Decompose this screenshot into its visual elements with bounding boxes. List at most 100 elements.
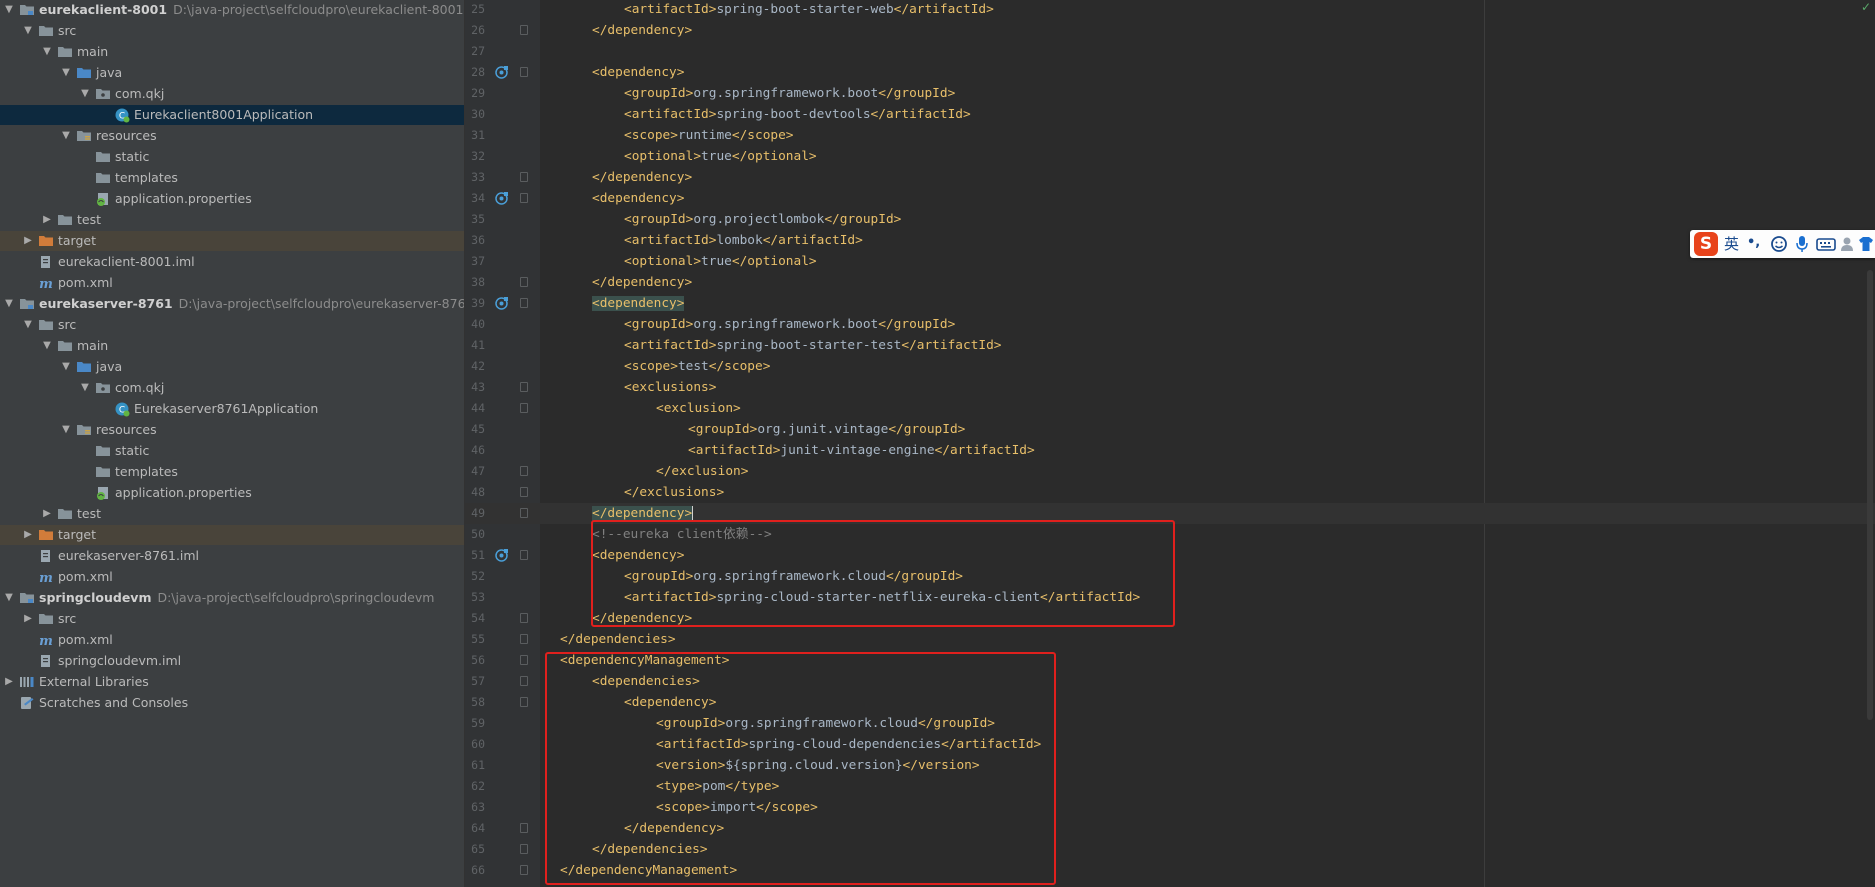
tree-row[interactable]: eurekaclient-8001.iml [0, 252, 464, 272]
code-line[interactable]: 38 </dependency> [465, 272, 1875, 293]
expand-arrow-icon[interactable]: ▼ [80, 382, 90, 394]
tree-row[interactable]: ▶ target [0, 525, 464, 545]
tree-row[interactable]: ▼ src [0, 21, 464, 41]
code-line[interactable]: 39 <dependency> [465, 293, 1875, 314]
expand-arrow-icon[interactable]: ▼ [42, 46, 52, 58]
fold-marker-icon[interactable] [520, 466, 528, 476]
fold-marker-icon[interactable] [520, 823, 528, 833]
fold-marker-icon[interactable] [520, 382, 528, 392]
maven-dependency-gutter-icon[interactable] [495, 297, 508, 310]
tree-row[interactable]: application.properties [0, 483, 464, 503]
fold-marker-icon[interactable] [520, 508, 528, 518]
tree-row[interactable]: ▶ target [0, 231, 464, 251]
expand-arrow-icon[interactable]: ▼ [61, 130, 71, 142]
ime-punctuation-toggle[interactable]: •, [1747, 233, 1760, 251]
code-line[interactable]: 32 <optional>true</optional> [465, 146, 1875, 167]
fold-marker-icon[interactable] [520, 697, 528, 707]
fold-marker-icon[interactable] [520, 634, 528, 644]
tree-row[interactable]: ▼ main [0, 42, 464, 62]
tree-row[interactable]: ▼ com.qkj [0, 84, 464, 104]
fold-marker-icon[interactable] [520, 550, 528, 560]
tree-row[interactable]: ▼ eurekaserver-8761 D:\java-project\selfcl… [0, 294, 464, 314]
ime-language-toggle[interactable]: 英 [1724, 234, 1739, 253]
collapse-arrow-icon[interactable]: ▶ [23, 529, 33, 541]
tree-row[interactable]: ▼ resources [0, 420, 464, 440]
collapse-arrow-icon[interactable]: ▶ [42, 508, 52, 520]
tree-row[interactable]: ▶ External Libraries [0, 672, 464, 692]
code-line[interactable]: 26 </dependency> [465, 20, 1875, 41]
maven-dependency-gutter-icon[interactable] [495, 192, 508, 205]
code-line[interactable]: 25 <artifactId>spring-boot-starter-web</a… [465, 0, 1875, 20]
tree-row[interactable]: ▼ eurekaclient-8001 D:\java-project\selfcl… [0, 0, 464, 20]
expand-arrow-icon[interactable]: ▼ [4, 592, 14, 604]
fold-marker-icon[interactable] [520, 844, 528, 854]
tree-row[interactable]: templates [0, 462, 464, 482]
expand-arrow-icon[interactable]: ▼ [23, 319, 33, 331]
maven-dependency-gutter-icon[interactable] [495, 549, 508, 562]
code-line[interactable]: 33 </dependency> [465, 167, 1875, 188]
expand-arrow-icon[interactable]: ▼ [61, 361, 71, 373]
fold-marker-icon[interactable] [520, 172, 528, 182]
expand-arrow-icon[interactable]: ▼ [61, 424, 71, 436]
maven-dependency-gutter-icon[interactable] [495, 66, 508, 79]
expand-arrow-icon[interactable]: ▼ [61, 67, 71, 79]
tree-row[interactable]: templates [0, 168, 464, 188]
tree-row[interactable]: ▼ src [0, 315, 464, 335]
tree-row[interactable]: ▼ com.qkj [0, 378, 464, 398]
tree-row[interactable]: static [0, 147, 464, 167]
expand-arrow-icon[interactable]: ▼ [80, 88, 90, 100]
collapse-arrow-icon[interactable]: ▶ [4, 676, 14, 688]
tree-row[interactable]: ▼ springcloudevm D:\java-project\selfcloud… [0, 588, 464, 608]
code-line[interactable]: 35 <groupId>org.projectlombok</groupId> [465, 209, 1875, 230]
code-line[interactable]: 29 <groupId>org.springframework.boot</gro… [465, 83, 1875, 104]
code-line[interactable]: 45 <groupId>org.junit.vintage</groupId> [465, 419, 1875, 440]
collapse-arrow-icon[interactable]: ▶ [23, 235, 33, 247]
code-line[interactable]: 31 <scope>runtime</scope> [465, 125, 1875, 146]
tree-row[interactable]: springcloudevm.iml [0, 651, 464, 671]
code-line[interactable]: 46 <artifactId>junit-vintage-engine</arti… [465, 440, 1875, 461]
collapse-arrow-icon[interactable]: ▶ [23, 613, 33, 625]
code-line[interactable]: 36 <artifactId>lombok</artifactId> [465, 230, 1875, 251]
tree-row[interactable]: ▼ main [0, 336, 464, 356]
tree-row[interactable]: ▶ test [0, 504, 464, 524]
tree-row[interactable]: eurekaserver-8761.iml [0, 546, 464, 566]
expand-arrow-icon[interactable]: ▼ [42, 340, 52, 352]
code-line[interactable]: 43 <exclusions> [465, 377, 1875, 398]
code-line[interactable]: 28 <dependency> [465, 62, 1875, 83]
fold-marker-icon[interactable] [520, 298, 528, 308]
code-line[interactable]: 40 <groupId>org.springframework.boot</gro… [465, 314, 1875, 335]
tree-row[interactable]: static [0, 441, 464, 461]
code-line[interactable]: 37 <optional>true</optional> [465, 251, 1875, 272]
tree-row[interactable]: ▶ src [0, 609, 464, 629]
fold-marker-icon[interactable] [520, 25, 528, 35]
code-editor[interactable]: 25 <artifactId>spring-boot-starter-web</a… [465, 0, 1875, 887]
tree-row[interactable]: C Eurekaserver8761Application [0, 399, 464, 419]
code-line[interactable]: 44 <exclusion> [465, 398, 1875, 419]
fold-marker-icon[interactable] [520, 193, 528, 203]
skin-icon[interactable] [1858, 235, 1874, 253]
fold-marker-icon[interactable] [520, 487, 528, 497]
tree-row[interactable]: application.properties [0, 189, 464, 209]
expand-arrow-icon[interactable]: ▼ [4, 298, 14, 310]
tree-row[interactable]: m pom.xml [0, 567, 464, 587]
emoji-icon[interactable] [1770, 235, 1788, 253]
fold-marker-icon[interactable] [520, 277, 528, 287]
tree-row[interactable]: m pom.xml [0, 273, 464, 293]
tree-row[interactable]: ▼ resources [0, 126, 464, 146]
tree-row[interactable]: ▶ test [0, 210, 464, 230]
collapse-arrow-icon[interactable]: ▶ [42, 214, 52, 226]
fold-marker-icon[interactable] [520, 613, 528, 623]
code-line[interactable]: 27 [465, 41, 1875, 62]
code-line[interactable]: 34 <dependency> [465, 188, 1875, 209]
sogou-logo-icon[interactable]: S [1694, 232, 1718, 256]
code-line[interactable]: 48 </exclusions> [465, 482, 1875, 503]
code-line[interactable]: 42 <scope>test</scope> [465, 356, 1875, 377]
code-line[interactable]: 41 <artifactId>spring-boot-starter-test</… [465, 335, 1875, 356]
user-icon[interactable] [1840, 235, 1856, 253]
tree-row[interactable]: ▼ java [0, 63, 464, 83]
ime-toolbar[interactable]: S 英 •, [1690, 230, 1875, 258]
fold-marker-icon[interactable] [520, 403, 528, 413]
keyboard-icon[interactable] [1816, 235, 1836, 253]
expand-arrow-icon[interactable]: ▼ [4, 4, 14, 16]
code-line[interactable]: 47 </exclusion> [465, 461, 1875, 482]
